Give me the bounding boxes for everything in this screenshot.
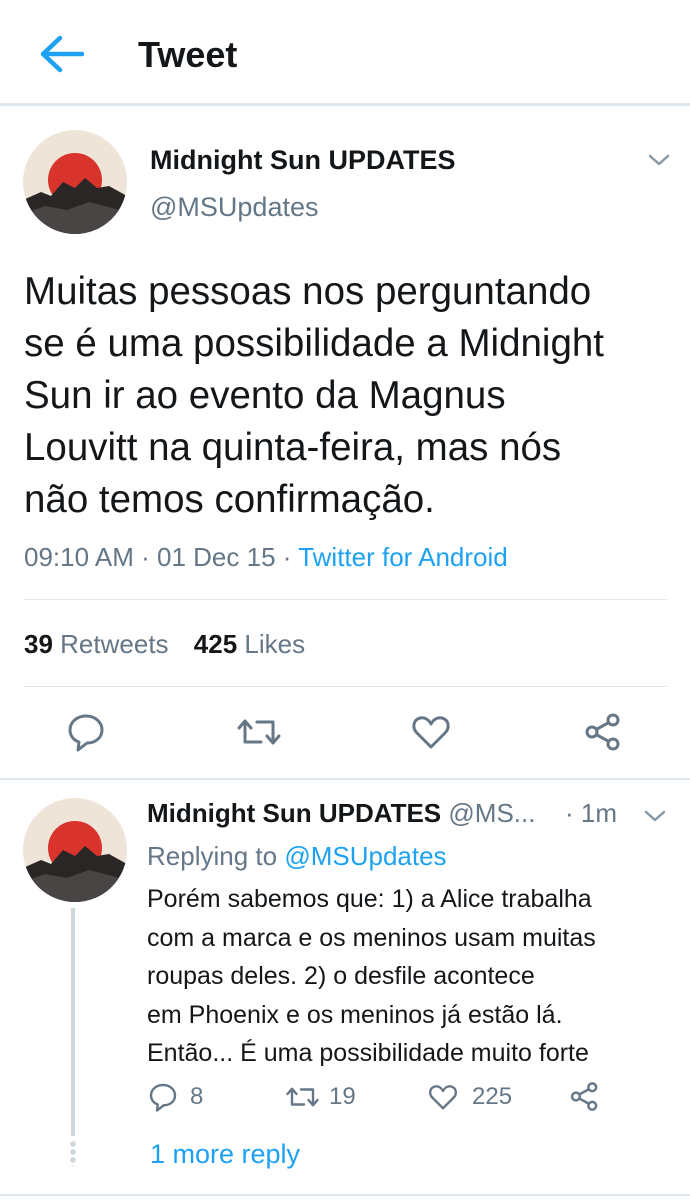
replying-prefix: Replying to bbox=[147, 841, 278, 871]
reply-time: · 1m bbox=[565, 798, 617, 828]
arrow-left-icon[interactable] bbox=[38, 34, 84, 74]
author-name[interactable]: Midnight Sun UPDATES bbox=[150, 145, 455, 176]
meta-separator: · bbox=[282, 542, 292, 572]
reply-author-name[interactable]: Midnight Sun UPDATES bbox=[147, 798, 441, 828]
replying-handle-link[interactable]: @MSUpdates bbox=[284, 841, 446, 871]
likes-count: 425 bbox=[193, 629, 238, 659]
tweet-text: Muitas pessoas nos perguntando se é uma … bbox=[24, 266, 604, 526]
retweets-stat[interactable]: 39 Retweets bbox=[24, 629, 176, 659]
share-icon[interactable] bbox=[569, 1081, 600, 1112]
bottom-divider bbox=[0, 1194, 690, 1196]
retweet-icon bbox=[286, 1087, 319, 1107]
divider bbox=[24, 599, 667, 600]
reply-avatar[interactable] bbox=[23, 798, 127, 902]
tweet-text-line: Louvitt na quinta-feira, mas nós bbox=[24, 426, 562, 469]
like-icon bbox=[428, 1085, 458, 1110]
page-title: Tweet bbox=[138, 34, 238, 75]
tweet-meta: 09:10 AM · 01 Dec 15 · Twitter for Andro… bbox=[24, 542, 508, 573]
reply-author-handle[interactable]: @MS... bbox=[448, 798, 535, 828]
replying-to: Replying to @MSUpdates bbox=[147, 841, 447, 872]
retweets-label: Retweets bbox=[60, 629, 169, 659]
tweet-text-line: Muitas pessoas nos perguntando bbox=[24, 270, 592, 313]
reply-header: Midnight Sun UPDATES @MS... bbox=[147, 798, 535, 829]
likes-stat[interactable]: 425 Likes bbox=[194, 629, 305, 659]
tweet-stats: 39 Retweets 425 Likes bbox=[24, 629, 305, 660]
avatar-image bbox=[23, 130, 127, 234]
retweets-count: 39 bbox=[24, 629, 53, 659]
tweet-client-link[interactable]: Twitter for Android bbox=[298, 542, 508, 572]
thread-dots bbox=[70, 1140, 76, 1166]
tweet-date: 01 Dec 15 bbox=[157, 542, 276, 572]
tweet-text-line: não temos confirmação. bbox=[24, 478, 435, 521]
reply-text-line: Porém sabemos que: 1) a Alice trabalha bbox=[147, 885, 592, 913]
reply-reply-action[interactable]: 8 bbox=[148, 1080, 203, 1114]
more-replies-link[interactable]: 1 more reply bbox=[150, 1139, 300, 1170]
reply-icon bbox=[149, 1083, 177, 1112]
reply-text-line: roupas deles. 2) o desfile acontece bbox=[147, 962, 535, 990]
reply-text: Porém sabemos que: 1) a Alice trabalha c… bbox=[147, 880, 596, 1073]
reply-count: 8 bbox=[190, 1083, 204, 1110]
reply-text-line: Então... É uma possibilidade muito forte bbox=[147, 1039, 589, 1067]
tweet-text-line: Sun ir ao evento da Magnus bbox=[24, 374, 506, 417]
avatar-image bbox=[23, 798, 127, 902]
like-icon[interactable] bbox=[411, 712, 451, 752]
retweet-count: 19 bbox=[329, 1083, 356, 1110]
divider bbox=[24, 686, 667, 687]
reply-retweet-action[interactable]: 19 bbox=[286, 1080, 356, 1114]
reply-icon[interactable] bbox=[66, 712, 106, 752]
tweet-text-line: se é uma possibilidade a Midnight bbox=[24, 322, 604, 365]
section-divider bbox=[0, 778, 690, 780]
app-header: Tweet bbox=[0, 0, 690, 106]
chevron-down-icon[interactable] bbox=[643, 808, 667, 824]
reply-text-line: em Phoenix e os meninos já estão lá. bbox=[147, 1000, 563, 1029]
tweet-time: 09:10 AM bbox=[24, 542, 134, 572]
author-handle[interactable]: @MSUpdates bbox=[150, 192, 318, 223]
like-count: 225 bbox=[472, 1083, 513, 1110]
avatar[interactable] bbox=[23, 130, 127, 234]
share-icon[interactable] bbox=[583, 712, 623, 752]
reply-text-line: com a marca e os meninos usam muitas bbox=[147, 923, 596, 952]
meta-separator: · bbox=[141, 542, 150, 572]
chevron-down-icon[interactable] bbox=[647, 152, 671, 168]
thread-line bbox=[71, 908, 75, 1136]
likes-label: Likes bbox=[244, 629, 306, 659]
reply-like-action[interactable]: 225 bbox=[428, 1080, 512, 1114]
retweet-icon[interactable] bbox=[237, 712, 281, 752]
